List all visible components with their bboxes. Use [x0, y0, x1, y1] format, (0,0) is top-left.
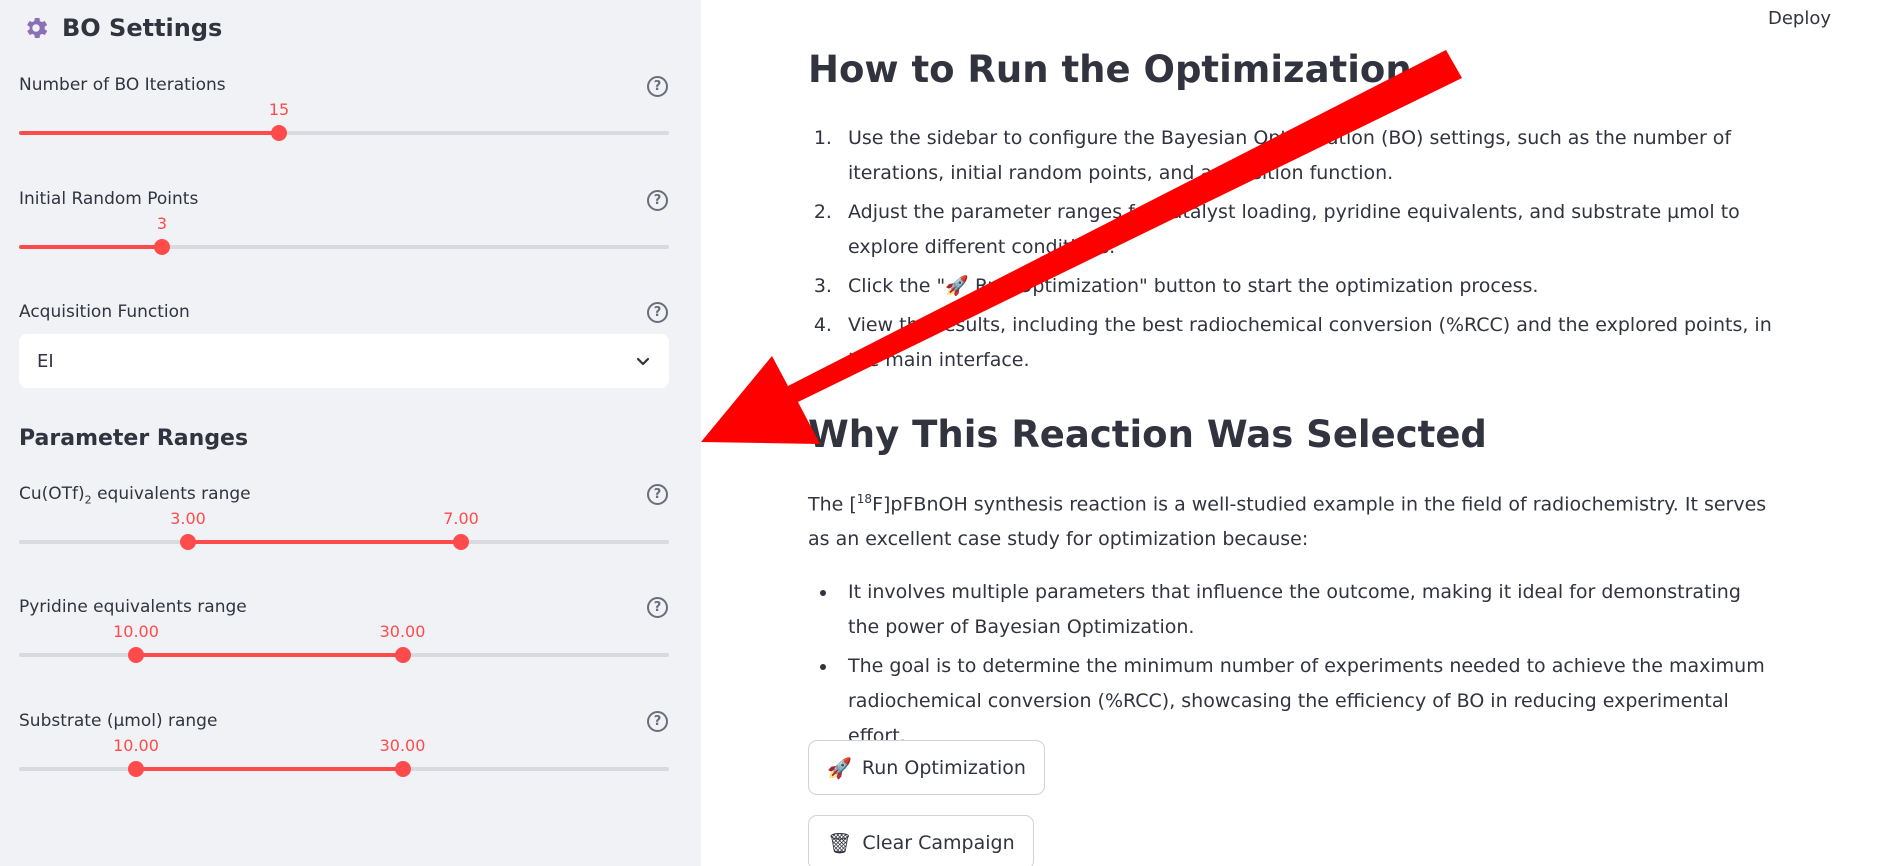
iterations-slider-thumb[interactable] — [271, 125, 287, 141]
deploy-button[interactable]: Deploy — [1768, 8, 1831, 29]
steps-list: Use the sidebar to configure the Bayesia… — [808, 121, 1778, 382]
random-points-label: Initial Random Points — [19, 189, 199, 209]
pyridine-range-label: Pyridine equivalents range — [19, 597, 247, 617]
cu-range-help-icon[interactable]: ? — [647, 484, 668, 505]
iterations-slider[interactable]: 15 — [19, 100, 669, 141]
substrate-range-help-icon[interactable]: ? — [647, 711, 668, 732]
reasons-list: It involves multiple parameters that inf… — [808, 575, 1778, 758]
clear-campaign-button[interactable]: 🗑 Clear Campaign — [808, 815, 1034, 866]
substrate-range-low-value: 10.00 — [113, 736, 159, 755]
list-item: The goal is to determine the minimum num… — [838, 649, 1778, 754]
iterations-label: Number of BO Iterations — [19, 75, 226, 95]
run-optimization-label: Run Optimization — [861, 756, 1026, 779]
clear-campaign-label: Clear Campaign — [862, 831, 1015, 854]
list-item: View the results, including the best rad… — [838, 308, 1778, 378]
pyridine-range-slider-fill — [136, 653, 403, 657]
random-points-slider-fill — [19, 245, 162, 249]
acquisition-help-icon[interactable]: ? — [647, 302, 668, 323]
substrate-range-high-thumb[interactable] — [394, 761, 411, 777]
cu-range-slider-fill — [188, 540, 461, 544]
sidebar-title: BO Settings — [22, 14, 222, 42]
pyridine-range-slider[interactable]: 10.00 30.00 — [19, 622, 669, 663]
gear-icon — [27, 17, 48, 39]
how-to-run-heading: How to Run the Optimization — [808, 48, 1412, 91]
why-reaction-heading: Why This Reaction Was Selected — [808, 413, 1487, 456]
cu-range-low-thumb[interactable] — [180, 534, 196, 550]
random-points-slider[interactable]: 3 — [19, 214, 669, 255]
pyridine-range-high-value: 30.00 — [379, 622, 426, 641]
why-paragraph: The [18F]pFBnOH synthesis reaction is a … — [808, 492, 1767, 551]
pyridine-range-low-value: 10.00 — [113, 622, 159, 641]
iterations-slider-fill — [19, 131, 279, 135]
pyridine-range-low-thumb[interactable] — [128, 647, 144, 663]
cu-range-high-thumb[interactable] — [453, 534, 469, 550]
cu-range-high-value: 7.00 — [443, 509, 479, 528]
substrate-range-slider[interactable]: 10.00 30.00 — [19, 736, 669, 777]
chevron-down-icon — [636, 357, 650, 366]
parameter-ranges-heading: Parameter Ranges — [19, 426, 249, 451]
cu-range-low-value: 3.00 — [170, 509, 206, 528]
list-item: It involves multiple parameters that inf… — [838, 575, 1778, 645]
sidebar-title-text: BO Settings — [62, 14, 223, 42]
pyridine-range-high-thumb[interactable] — [394, 647, 411, 663]
random-points-slider-thumb[interactable] — [154, 239, 170, 255]
list-item: Click the "🚀 Run Optimization" button to… — [838, 269, 1778, 304]
acquisition-label: Acquisition Function — [19, 302, 190, 322]
substrate-range-high-value: 30.00 — [379, 736, 426, 755]
run-optimization-button[interactable]: 🚀 Run Optimization — [808, 740, 1045, 795]
iterations-help-icon[interactable]: ? — [647, 76, 668, 97]
rocket-icon: 🚀 — [827, 755, 852, 780]
acquisition-select[interactable]: EI — [19, 334, 669, 388]
substrate-range-label: Substrate (µmol) range — [19, 711, 218, 731]
iterations-value: 15 — [268, 100, 290, 119]
list-item: Use the sidebar to configure the Bayesia… — [838, 121, 1778, 191]
acquisition-selected-value: EI — [37, 350, 54, 372]
sidebar: BO Settings Number of BO Iterations ? 15… — [0, 0, 701, 866]
substrate-range-slider-fill — [136, 767, 403, 771]
random-points-help-icon[interactable]: ? — [647, 190, 668, 211]
random-points-value: 3 — [156, 214, 168, 233]
cu-range-slider[interactable]: 3.00 7.00 — [19, 509, 669, 550]
cu-range-label: Cu(OTf)2 equivalents range — [19, 484, 251, 507]
trash-icon: 🗑 — [827, 830, 853, 855]
substrate-range-low-thumb[interactable] — [128, 761, 144, 777]
list-item: Adjust the parameter ranges for catalyst… — [838, 195, 1778, 265]
pyridine-range-help-icon[interactable]: ? — [647, 597, 668, 618]
